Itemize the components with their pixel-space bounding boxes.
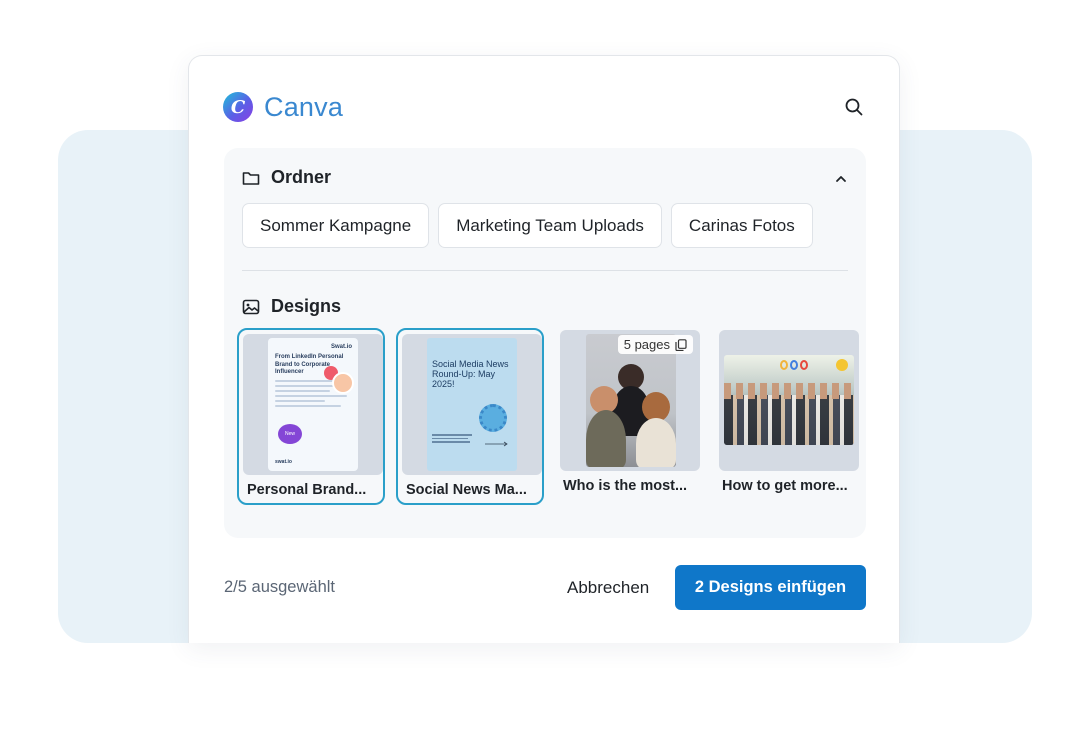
thumbnail-headline: Social Media News Round-Up: May 2025! [432,359,509,389]
folder-icon [242,171,260,185]
dialog-header: C Canva [223,90,865,124]
design-card-who-is-the-most[interactable]: 5 pages Who is the most... [558,328,706,505]
thumbnail-body-lines [432,432,476,443]
image-icon [242,299,260,314]
thumbnail-new-badge: New [278,424,302,444]
photo-balloons [780,360,808,370]
thumbnail-arrow-icon [485,441,509,448]
insert-designs-button[interactable]: 2 Designs einfügen [675,565,866,610]
designs-section-header: Designs [242,296,341,317]
folder-chip-marketing-team-uploads[interactable]: Marketing Team Uploads [438,203,662,248]
photo-crowd [724,395,854,445]
selection-status: 2/5 ausgewählt [224,578,335,596]
folder-chip-list: Sommer Kampagne Marketing Team Uploads C… [242,203,813,248]
chevron-up-icon [836,176,846,182]
canva-logo-icon: C [223,92,253,122]
designs-title: Designs [271,296,342,316]
thumbnail-footer-text: swat.io [275,458,292,465]
photo-person-body [586,410,626,467]
thumbnail-badge-graphic [479,404,507,432]
thumbnail-page: Swat.io From LinkedIn Personal Brand to … [268,338,358,471]
thumbnail-page: Social Media News Round-Up: May 2025! [427,338,517,471]
design-thumbnail: 5 pages [560,330,700,471]
thumbnail-logo-text: Swat.io [330,344,352,350]
folders-title: Ordner [271,167,332,187]
design-label: Who is the most... [563,478,688,494]
design-label: How to get more... [722,478,848,494]
folders-section-header: Ordner [242,167,331,188]
design-card-how-to-get-more[interactable]: How to get more... [717,328,865,505]
photo-crowd-faces [724,383,854,399]
brand-name: Canva [264,91,344,122]
photo-sun-decoration [836,359,848,371]
design-thumbnail: Swat.io From LinkedIn Personal Brand to … [243,334,383,475]
folder-chip-sommer-kampagne[interactable]: Sommer Kampagne [242,203,430,248]
folder-chip-carinas-fotos[interactable]: Carinas Fotos [670,203,813,248]
search-icon [845,98,863,116]
design-thumbnail [719,330,859,471]
section-divider [242,270,848,271]
design-card-personal-brand[interactable]: Swat.io From LinkedIn Personal Brand to … [237,328,385,505]
photo-person-body [636,418,676,467]
design-card-social-news[interactable]: Social Media News Round-Up: May 2025! So… [396,328,544,505]
copy-pages-icon [675,338,687,351]
search-button[interactable] [843,96,865,118]
canva-logo-letter: C [230,96,246,118]
pages-count: 5 pages [623,337,670,352]
pages-badge: 5 pages [617,335,693,354]
content-panel: Ordner Sommer Kampagne Marketing Team Up… [224,148,866,538]
canva-picker-dialog: C Canva Ordner Sommer Kampagne Marketing… [188,55,900,643]
thumbnail-photo-group [724,355,854,445]
collapse-folders-button[interactable] [834,172,848,186]
cancel-button[interactable]: Abbrechen [567,578,649,598]
design-thumbnail: Social Media News Round-Up: May 2025! [402,334,542,475]
design-label: Social News Ma... [406,482,527,498]
design-label: Personal Brand... [247,482,367,498]
thumbnail-avatar [332,372,354,394]
